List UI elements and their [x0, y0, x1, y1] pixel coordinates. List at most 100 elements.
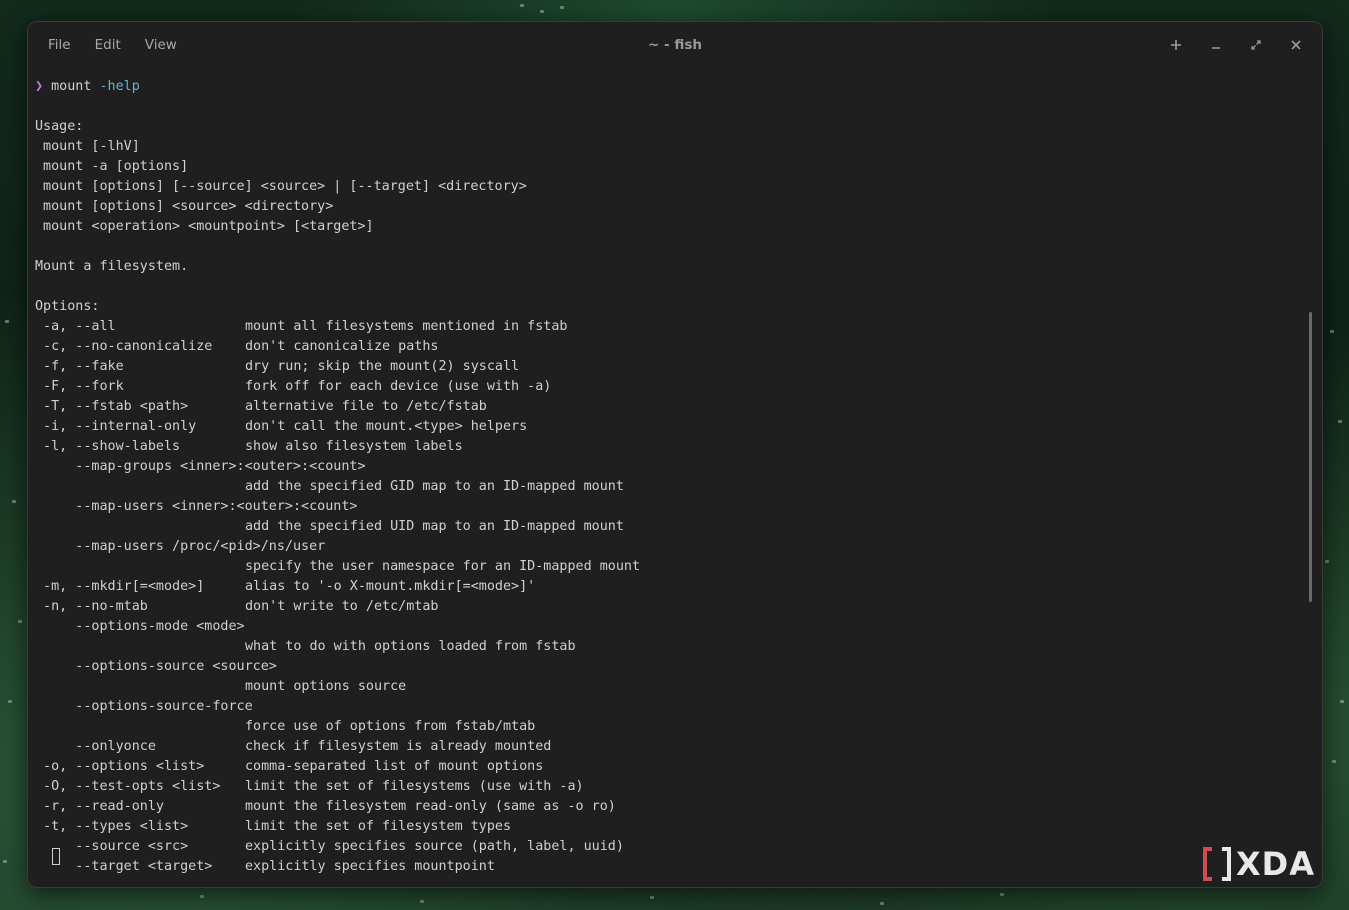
option-flag: -m, --mkdir[=<mode>] [35, 579, 205, 594]
option-indent [35, 637, 245, 657]
option-row: --map-users /proc/<pid>/ns/user [35, 537, 1304, 557]
option-description: mount all filesystems mentioned in fstab [245, 319, 568, 334]
option-flag: --onlyonce [35, 739, 156, 754]
option-row: mount options source [35, 677, 1304, 697]
city-light [5, 320, 9, 323]
option-row: -F, --fork fork off for each device (use … [35, 377, 1304, 397]
option-row: --target <target> explicitly specifies mo… [35, 857, 1304, 877]
option-row: --options-source <source> [35, 657, 1304, 677]
option-flag: -l, --show-labels [35, 439, 181, 454]
city-light [1332, 760, 1336, 763]
close-icon [1291, 40, 1301, 50]
option-flag: --options-mode <mode> [35, 619, 245, 634]
option-flag: --map-users /proc/<pid>/ns/user [35, 539, 326, 554]
menu-bar: File Edit View [36, 22, 189, 68]
city-light [1340, 700, 1344, 703]
city-light [3, 860, 7, 863]
option-flag: --target <target> [35, 859, 213, 874]
options-header: Options: [35, 299, 100, 314]
option-row: --map-users <inner>:<outer>:<count> [35, 497, 1304, 517]
window-title: ~ - fish [648, 37, 702, 53]
option-description: mount the filesystem read-only (same as … [245, 799, 616, 814]
menu-edit[interactable]: Edit [83, 37, 133, 53]
option-flag: -f, --fake [35, 359, 124, 374]
option-description: don't call the mount.<type> helpers [245, 419, 528, 434]
option-description: alternative file to /etc/fstab [245, 399, 487, 414]
city-light [1330, 330, 1334, 333]
maximize-icon [1251, 40, 1261, 50]
city-light [1325, 560, 1329, 563]
option-flag: -a, --all [35, 319, 116, 334]
option-description: fork off for each device (use with -a) [245, 379, 552, 394]
new-tab-button[interactable] [1156, 22, 1196, 68]
usage-line: mount [-lhV] [35, 139, 140, 154]
scrollbar[interactable] [1309, 312, 1312, 602]
option-flag: --source <src> [35, 839, 189, 854]
maximize-button[interactable] [1236, 22, 1276, 68]
option-description: don't write to /etc/mtab [245, 599, 439, 614]
menu-view[interactable]: View [133, 37, 189, 53]
option-flag: --options-source <source> [35, 659, 277, 674]
xda-logo-text: XDA [1236, 845, 1315, 883]
option-row: specify the user namespace for an ID-map… [35, 557, 1304, 577]
city-light [1000, 893, 1004, 896]
option-description: explicitly specifies mountpoint [245, 859, 495, 874]
option-flag: -c, --no-canonicalize [35, 339, 213, 354]
prompt-line: ❯ mount -help [35, 77, 1304, 97]
city-light [420, 900, 424, 903]
xda-mark-icon [1203, 847, 1231, 881]
option-flag: --map-groups <inner>:<outer>:<count> [35, 459, 366, 474]
option-row: -n, --no-mtab don't write to /etc/mtab [35, 597, 1304, 617]
option-row: -a, --all mount all filesystems mentioned… [35, 317, 1304, 337]
city-light [520, 4, 524, 7]
option-row: -o, --options <list> comma-separated list… [35, 757, 1304, 777]
menu-file[interactable]: File [36, 37, 83, 53]
option-description: dry run; skip the mount(2) syscall [245, 359, 520, 374]
option-row: -f, --fake dry run; skip the mount(2) sys… [35, 357, 1304, 377]
option-flag: -i, --internal-only [35, 419, 197, 434]
option-row: -r, --read-only mount the filesystem read… [35, 797, 1304, 817]
option-row: -c, --no-canonicalize don't canonicalize … [35, 337, 1304, 357]
terminal-output[interactable]: ❯ mount -help Usage: mount [-lhV] mount … [35, 77, 1304, 887]
usage-line: mount <operation> <mountpoint> [<target>… [35, 219, 374, 234]
option-row: -O, --test-opts <list> limit the set of f… [35, 777, 1304, 797]
option-description: don't canonicalize paths [245, 339, 439, 354]
minimize-icon [1212, 47, 1220, 49]
option-indent [35, 677, 245, 697]
title-bar: File Edit View ~ - fish [28, 22, 1322, 68]
option-row: what to do with options loaded from fsta… [35, 637, 1304, 657]
option-row: --map-groups <inner>:<outer>:<count> [35, 457, 1304, 477]
option-flag: -F, --fork [35, 379, 124, 394]
option-flag: -O, --test-opts <list> [35, 779, 221, 794]
option-description: what to do with options loaded from fsta… [245, 639, 576, 654]
city-light [560, 6, 564, 9]
option-indent [35, 517, 245, 537]
terminal-window: File Edit View ~ - fish ❯ mount -help Us… [27, 21, 1323, 888]
option-description: check if filesystem is already mounted [245, 739, 552, 754]
command-text: mount [51, 79, 92, 94]
option-row: --options-mode <mode> [35, 617, 1304, 637]
window-controls [1156, 22, 1316, 68]
option-flag: --map-users <inner>:<outer>:<count> [35, 499, 358, 514]
option-description: alias to '-o X-mount.mkdir[=<mode>]' [245, 579, 536, 594]
option-row: -i, --internal-only don't call the mount.… [35, 417, 1304, 437]
xda-logo: XDA [1202, 845, 1315, 883]
option-description: specify the user namespace for an ID-map… [245, 559, 641, 574]
text-cursor [52, 848, 60, 865]
option-flag: -T, --fstab <path> [35, 399, 189, 414]
option-indent [35, 557, 245, 577]
option-description: limit the set of filesystems (use with -… [245, 779, 584, 794]
option-description: show also filesystem labels [245, 439, 463, 454]
city-light [1338, 420, 1342, 423]
option-flag: -t, --types <list> [35, 819, 189, 834]
close-button[interactable] [1276, 22, 1316, 68]
option-row: add the specified GID map to an ID-mappe… [35, 477, 1304, 497]
option-row: --onlyonce check if filesystem is already… [35, 737, 1304, 757]
option-flag: --options-source-force [35, 699, 253, 714]
minimize-button[interactable] [1196, 22, 1236, 68]
option-description: explicitly specifies source (path, label… [245, 839, 624, 854]
option-row: -t, --types <list> limit the set of files… [35, 817, 1304, 837]
